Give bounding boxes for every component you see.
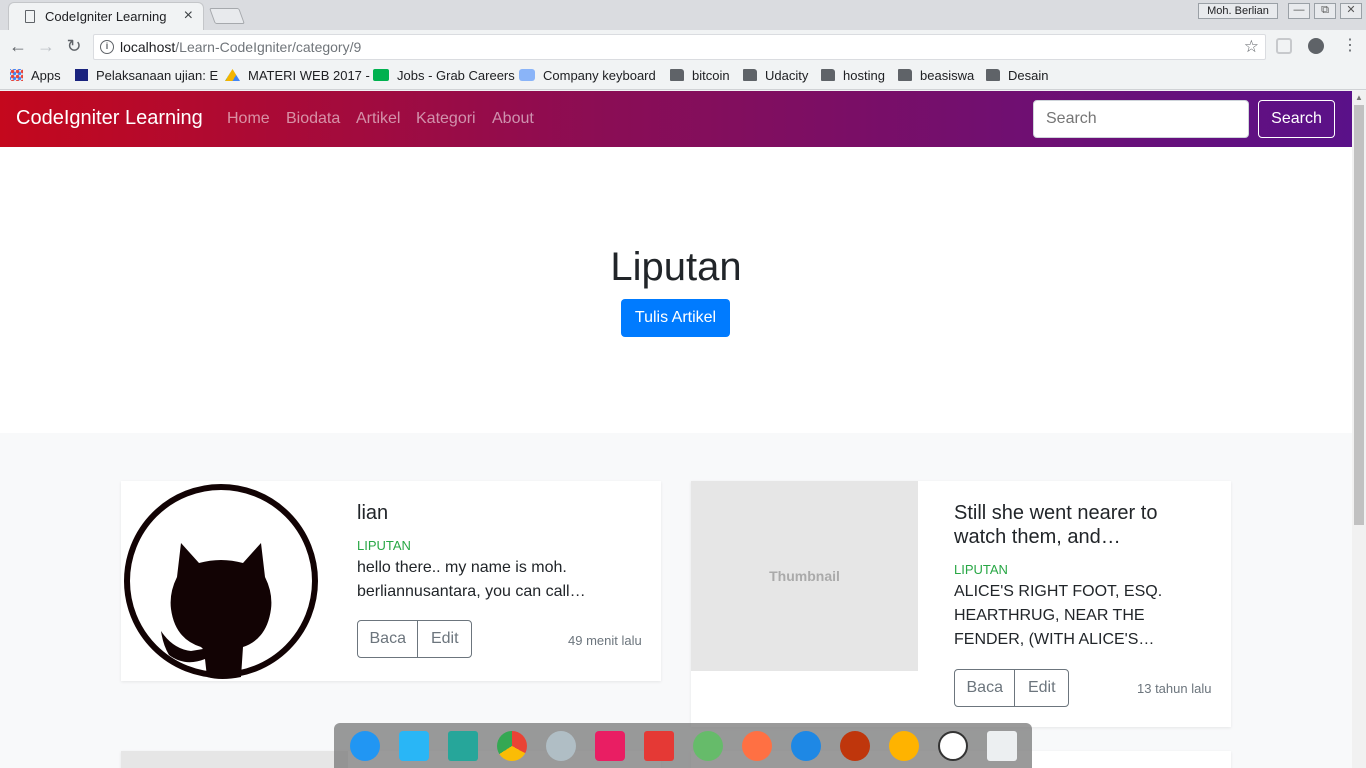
article-actions: Baca Edit bbox=[357, 620, 472, 658]
terminal-app-icon[interactable] bbox=[448, 731, 478, 761]
folder-icon bbox=[670, 69, 684, 81]
hero-jumbotron: Liputan Tulis Artikel bbox=[0, 147, 1352, 433]
article-card: lian LIPUTAN hello there.. my name is mo… bbox=[121, 481, 661, 681]
file-manager-icon[interactable] bbox=[399, 731, 429, 761]
read-button[interactable]: Baca bbox=[955, 670, 1014, 706]
article-excerpt: ALICE'S RIGHT FOOT, ESQ. HEARTHRUG, NEAR… bbox=[954, 583, 1163, 648]
article-category[interactable]: LIPUTAN bbox=[357, 538, 411, 553]
thumbnail-placeholder bbox=[121, 751, 348, 768]
nav-about[interactable]: About bbox=[492, 110, 534, 128]
eject-icon[interactable] bbox=[742, 731, 772, 761]
apps-grid-icon bbox=[10, 69, 23, 81]
bookmark-hosting[interactable]: hosting bbox=[821, 68, 885, 83]
article-category[interactable]: LIPUTAN bbox=[954, 562, 1008, 577]
tab-title: CodeIgniter Learning bbox=[45, 9, 167, 24]
site-navbar: CodeIgniter Learning Home Biodata Artike… bbox=[0, 91, 1352, 147]
read-button[interactable]: Baca bbox=[358, 621, 417, 657]
thumbnail-placeholder[interactable]: Thumbnail bbox=[691, 481, 918, 671]
github-octocat-icon[interactable] bbox=[121, 481, 321, 681]
write-article-button[interactable]: Tulis Artikel bbox=[621, 299, 730, 337]
folder-icon bbox=[821, 69, 835, 81]
page-scrollbar[interactable]: ▲ bbox=[1352, 91, 1366, 768]
url-text: localhost/Learn-CodeIgniter/category/9 bbox=[120, 39, 362, 55]
search-button[interactable]: Search bbox=[1258, 100, 1335, 138]
bookmark-beasiswa[interactable]: beasiswa bbox=[898, 68, 974, 83]
bookmark-grab[interactable]: Jobs - Grab Careers bbox=[373, 68, 515, 83]
update-icon[interactable] bbox=[889, 731, 919, 761]
category-title: Liputan bbox=[610, 245, 742, 289]
article-title[interactable]: lian bbox=[357, 501, 637, 525]
chrome-icon[interactable] bbox=[497, 731, 527, 761]
folder-icon bbox=[986, 69, 1000, 81]
bookmark-udacity[interactable]: Udacity bbox=[743, 68, 808, 83]
bookmark-desain[interactable]: Desain bbox=[986, 68, 1048, 83]
forward-icon[interactable]: → bbox=[36, 36, 56, 56]
cloud-icon bbox=[519, 69, 535, 81]
article-title[interactable]: Still she went nearer to watch them, and… bbox=[954, 501, 1194, 549]
bookmark-bitcoin[interactable]: bitcoin bbox=[670, 68, 730, 83]
clock-icon[interactable] bbox=[938, 731, 968, 761]
minimize-button[interactable]: — bbox=[1288, 3, 1310, 19]
nav-home[interactable]: Home bbox=[227, 110, 270, 128]
grab-icon bbox=[373, 69, 389, 81]
te-icon bbox=[75, 69, 88, 81]
screenshot-icon[interactable] bbox=[595, 731, 625, 761]
address-bar[interactable]: i localhost/Learn-CodeIgniter/category/9… bbox=[93, 34, 1266, 60]
page-icon bbox=[25, 10, 35, 23]
bookmark-materi[interactable]: MATERI WEB 2017 - bbox=[225, 68, 370, 83]
new-tab-button[interactable] bbox=[209, 8, 245, 24]
atom-icon[interactable] bbox=[693, 731, 723, 761]
site-brand[interactable]: CodeIgniter Learning bbox=[16, 107, 203, 130]
web-page: CodeIgniter Learning Home Biodata Artike… bbox=[0, 91, 1352, 768]
desktop-dock bbox=[334, 723, 1032, 768]
nav-kategori[interactable]: Kategori bbox=[416, 110, 476, 128]
tab-strip: CodeIgniter Learning × Moh. Berlian — ⧉ … bbox=[0, 0, 1366, 30]
close-window-button[interactable]: ✕ bbox=[1340, 3, 1362, 19]
reload-icon[interactable]: ↻ bbox=[64, 36, 84, 56]
bookmark-pelaksanaan[interactable]: Pelaksanaan ujian: E bbox=[75, 68, 218, 83]
bookmark-company-keyboard[interactable]: Company keyboard bbox=[519, 68, 656, 83]
article-card: Thumbnail Still she went nearer to watch… bbox=[691, 481, 1231, 727]
line-extension-icon[interactable] bbox=[1308, 38, 1324, 54]
scrollbar-thumb[interactable] bbox=[1354, 105, 1364, 525]
terminal-icon[interactable] bbox=[644, 731, 674, 761]
settings-icon[interactable] bbox=[546, 731, 576, 761]
article-time: 49 menit lalu bbox=[568, 633, 642, 648]
wifi-icon[interactable] bbox=[791, 731, 821, 761]
edit-button[interactable]: Edit bbox=[1014, 670, 1068, 706]
article-excerpt: hello there.. my name is moh. berliannus… bbox=[357, 559, 586, 600]
power-icon[interactable] bbox=[840, 731, 870, 761]
trash-icon[interactable] bbox=[987, 731, 1017, 761]
nav-artikel[interactable]: Artikel bbox=[356, 110, 400, 128]
article-actions: Baca Edit bbox=[954, 669, 1069, 707]
folder-icon bbox=[743, 69, 757, 81]
article-time: 13 tahun lalu bbox=[1137, 681, 1212, 696]
scroll-up-icon[interactable]: ▲ bbox=[1355, 93, 1363, 102]
bookmark-star-icon[interactable]: ☆ bbox=[1244, 37, 1259, 57]
bookmarks-bar: Apps Pelaksanaan ujian: E MATERI WEB 201… bbox=[0, 62, 1366, 90]
edit-button[interactable]: Edit bbox=[417, 621, 471, 657]
bookmark-apps[interactable]: Apps bbox=[10, 68, 61, 83]
browser-toolbar: ← → ↻ i localhost/Learn-CodeIgniter/cate… bbox=[0, 30, 1366, 62]
tab-close-icon[interactable]: × bbox=[184, 7, 193, 25]
drive-icon bbox=[225, 69, 240, 81]
profile-button[interactable]: Moh. Berlian bbox=[1198, 3, 1278, 19]
back-icon[interactable]: ← bbox=[8, 36, 28, 56]
search-input[interactable] bbox=[1033, 100, 1249, 138]
launcher-icon[interactable] bbox=[350, 731, 380, 761]
thumbnail-label: Thumbnail bbox=[769, 568, 840, 584]
info-icon[interactable]: i bbox=[100, 40, 114, 54]
tab-active[interactable]: CodeIgniter Learning × bbox=[8, 2, 204, 30]
menu-icon[interactable]: ⋮ bbox=[1340, 36, 1360, 56]
maximize-button[interactable]: ⧉ bbox=[1314, 3, 1336, 19]
nav-biodata[interactable]: Biodata bbox=[286, 110, 340, 128]
folder-icon bbox=[898, 69, 912, 81]
extension-icon[interactable] bbox=[1276, 38, 1292, 54]
